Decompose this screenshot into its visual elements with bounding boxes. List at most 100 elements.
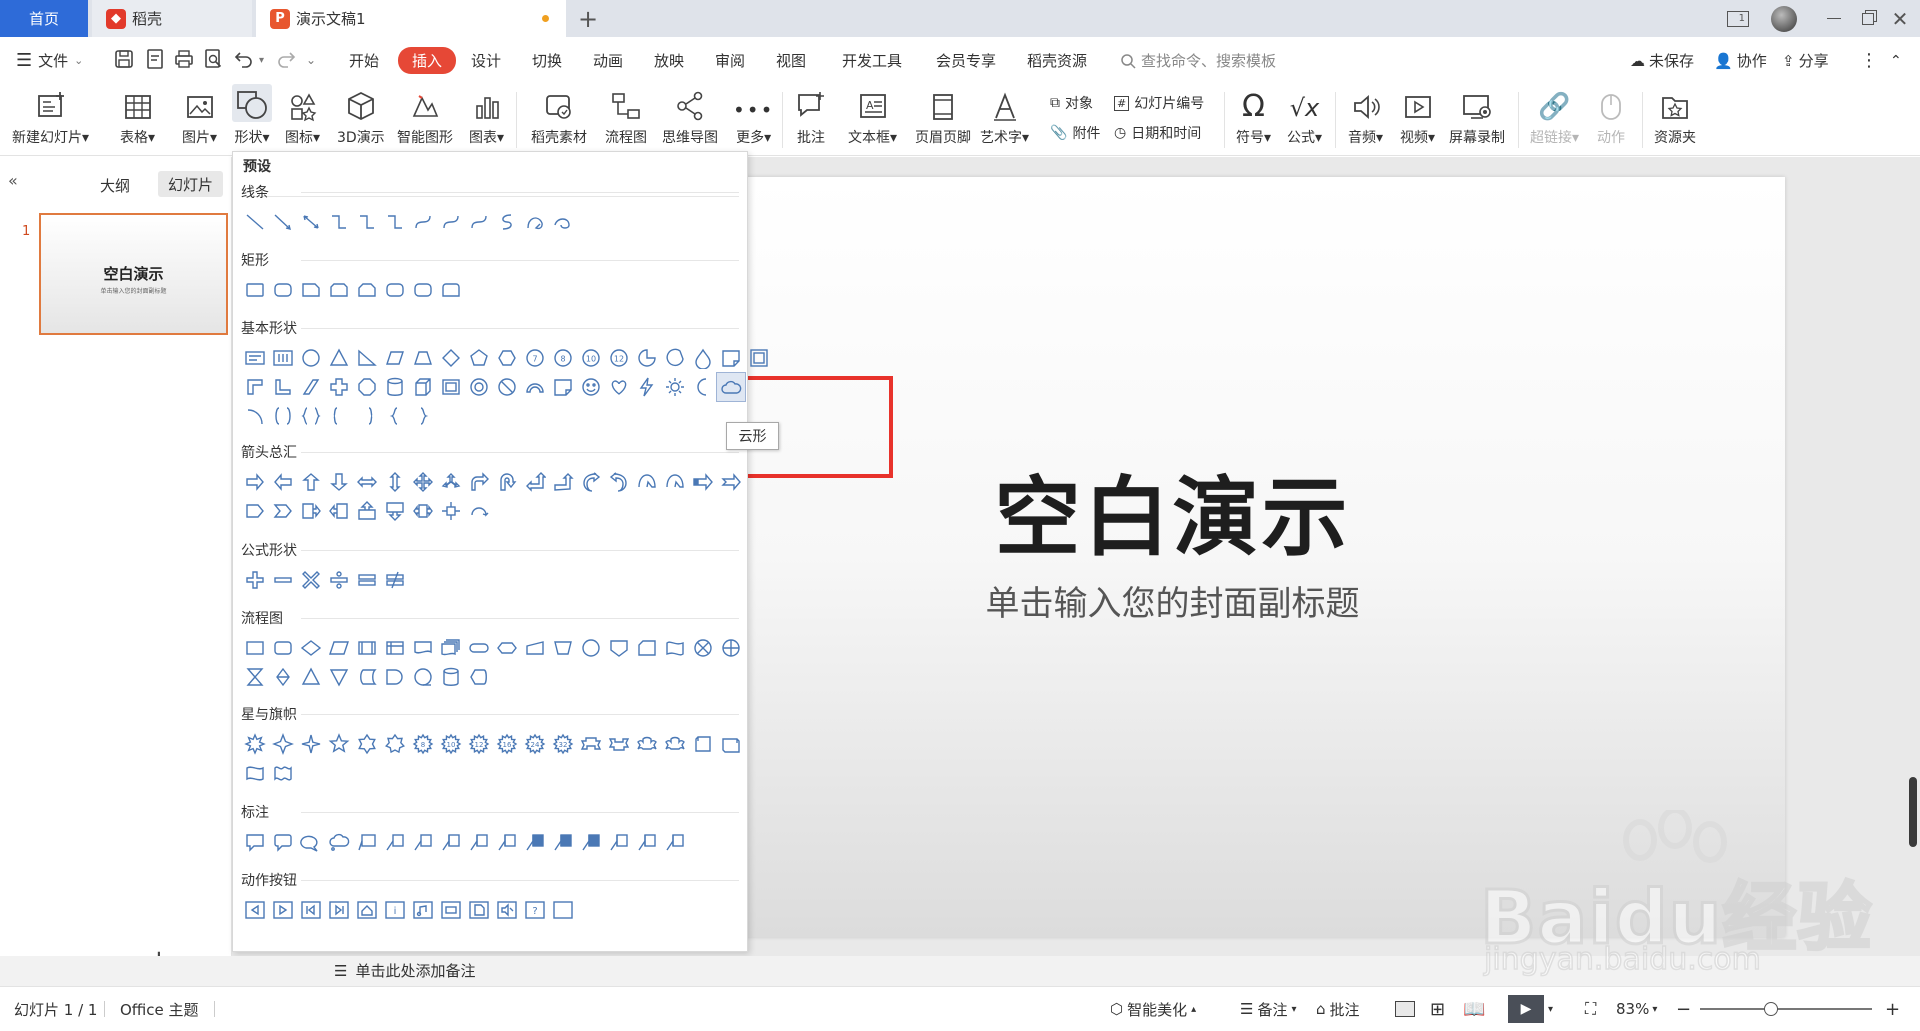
shape-button[interactable] xyxy=(493,634,521,662)
shape-button[interactable] xyxy=(325,730,353,758)
shape-button[interactable] xyxy=(297,663,325,691)
cloud-shape-button[interactable] xyxy=(716,372,746,402)
more-button[interactable]: ••• 更多▾ xyxy=(733,84,774,156)
comment-button[interactable]: 批注 xyxy=(795,84,827,156)
shape-button[interactable] xyxy=(353,497,381,525)
play-slideshow-button[interactable]: ▶ ▾ xyxy=(1508,987,1553,1031)
shape-button[interactable] xyxy=(521,208,549,236)
shape-button[interactable] xyxy=(381,497,409,525)
shape-button[interactable] xyxy=(577,468,605,496)
shape-button[interactable] xyxy=(297,730,325,758)
shape-button[interactable] xyxy=(353,566,381,594)
shape-button[interactable] xyxy=(297,828,325,856)
shape-button[interactable] xyxy=(409,468,437,496)
shape-button[interactable]: 32 xyxy=(549,730,577,758)
chart-button[interactable]: 图表▾ xyxy=(469,84,504,156)
shape-button[interactable] xyxy=(269,402,297,430)
collapse-pane-button[interactable]: « xyxy=(8,171,18,190)
shape-button[interactable]: 8 xyxy=(549,344,577,372)
shape-button[interactable] xyxy=(381,566,409,594)
shape-button[interactable] xyxy=(605,468,633,496)
sorter-view-button[interactable]: ⊞ xyxy=(1430,987,1445,1031)
zoom-slider-thumb[interactable] xyxy=(1764,1002,1778,1016)
shape-button[interactable] xyxy=(353,896,381,924)
shape-button[interactable] xyxy=(577,730,605,758)
shape-button[interactable] xyxy=(465,663,493,691)
tab-review[interactable]: 审阅 xyxy=(715,37,745,84)
shape-button[interactable] xyxy=(549,373,577,401)
shape-button[interactable] xyxy=(297,344,325,372)
shape-button[interactable] xyxy=(409,373,437,401)
normal-view-button[interactable] xyxy=(1395,987,1415,1031)
file-menu[interactable]: ☰ 文件 ⌄ xyxy=(16,37,83,84)
save-status-button[interactable]: ☁ 未保存 xyxy=(1630,37,1694,84)
export-pdf-icon[interactable] xyxy=(143,47,167,71)
shape-button[interactable] xyxy=(241,373,269,401)
print-preview-icon[interactable] xyxy=(201,47,225,71)
save-icon[interactable] xyxy=(112,47,136,71)
tab-animation[interactable]: 动画 xyxy=(593,37,623,84)
shape-button[interactable] xyxy=(325,497,353,525)
shape-button[interactable] xyxy=(465,468,493,496)
shape-button[interactable] xyxy=(325,373,353,401)
shape-button[interactable] xyxy=(381,663,409,691)
shape-button[interactable] xyxy=(409,896,437,924)
shape-button[interactable] xyxy=(409,208,437,236)
shape-button[interactable] xyxy=(577,634,605,662)
shape-button[interactable] xyxy=(689,634,717,662)
shape-button[interactable] xyxy=(241,276,269,304)
zoom-in-button[interactable]: + xyxy=(1885,987,1900,1031)
new-slide-button[interactable]: 新建幻灯片▾ xyxy=(12,84,89,156)
collapse-ribbon-button[interactable]: ⌃ xyxy=(1890,37,1902,84)
shape-button[interactable]: ? xyxy=(521,896,549,924)
shape-button[interactable] xyxy=(409,402,437,430)
shape-button[interactable]: 16 xyxy=(493,730,521,758)
picture-button[interactable]: 图片▾ xyxy=(182,84,217,156)
shape-button[interactable] xyxy=(241,344,269,372)
shape-button[interactable] xyxy=(241,828,269,856)
shape-button[interactable] xyxy=(465,828,493,856)
tab-insert[interactable]: 插入 xyxy=(398,47,457,74)
zoom-out-button[interactable]: − xyxy=(1676,987,1691,1031)
tab-slides[interactable]: 幻灯片 xyxy=(158,171,224,197)
more-options-button[interactable]: ⋮ xyxy=(1860,37,1878,84)
shape-button[interactable] xyxy=(409,276,437,304)
shape-button[interactable] xyxy=(661,730,689,758)
shape-button[interactable] xyxy=(549,468,577,496)
close-window-button[interactable]: ✕ xyxy=(1878,0,1920,37)
shape-button[interactable] xyxy=(269,759,297,787)
shape-button[interactable] xyxy=(689,730,717,758)
shape-button[interactable] xyxy=(493,373,521,401)
icon-library-button[interactable]: 图标▾ xyxy=(285,84,320,156)
shape-button[interactable] xyxy=(241,759,269,787)
shape-button[interactable]: 形状▾ xyxy=(232,84,272,156)
shape-button[interactable] xyxy=(381,402,409,430)
shape-button[interactable] xyxy=(437,828,465,856)
tab-developer[interactable]: 开发工具 xyxy=(842,37,902,84)
shape-button[interactable] xyxy=(437,276,465,304)
shape-button[interactable] xyxy=(241,730,269,758)
shape-button[interactable] xyxy=(325,634,353,662)
shape-button[interactable] xyxy=(521,828,549,856)
avatar[interactable] xyxy=(1762,0,1806,37)
quick-access-more-icon[interactable]: ⌄ xyxy=(306,53,316,67)
shape-button[interactable] xyxy=(521,634,549,662)
fit-window-button[interactable]: ⛶ xyxy=(1585,987,1596,1031)
shape-button[interactable] xyxy=(269,828,297,856)
shape-button[interactable] xyxy=(409,634,437,662)
redo-icon[interactable] xyxy=(274,47,298,71)
shape-button[interactable] xyxy=(409,497,437,525)
shape-button[interactable] xyxy=(633,373,661,401)
shape-button[interactable] xyxy=(577,828,605,856)
shape-button[interactable] xyxy=(465,208,493,236)
shape-button[interactable] xyxy=(269,730,297,758)
smartart-button[interactable]: 智能图形 xyxy=(397,84,453,156)
shape-button[interactable] xyxy=(381,373,409,401)
shape-button[interactable]: 10 xyxy=(577,344,605,372)
shape-button[interactable] xyxy=(241,566,269,594)
shape-button[interactable] xyxy=(493,208,521,236)
shape-button[interactable] xyxy=(325,208,353,236)
shape-button[interactable] xyxy=(297,634,325,662)
shape-button[interactable] xyxy=(353,828,381,856)
tab-transition[interactable]: 切换 xyxy=(532,37,562,84)
